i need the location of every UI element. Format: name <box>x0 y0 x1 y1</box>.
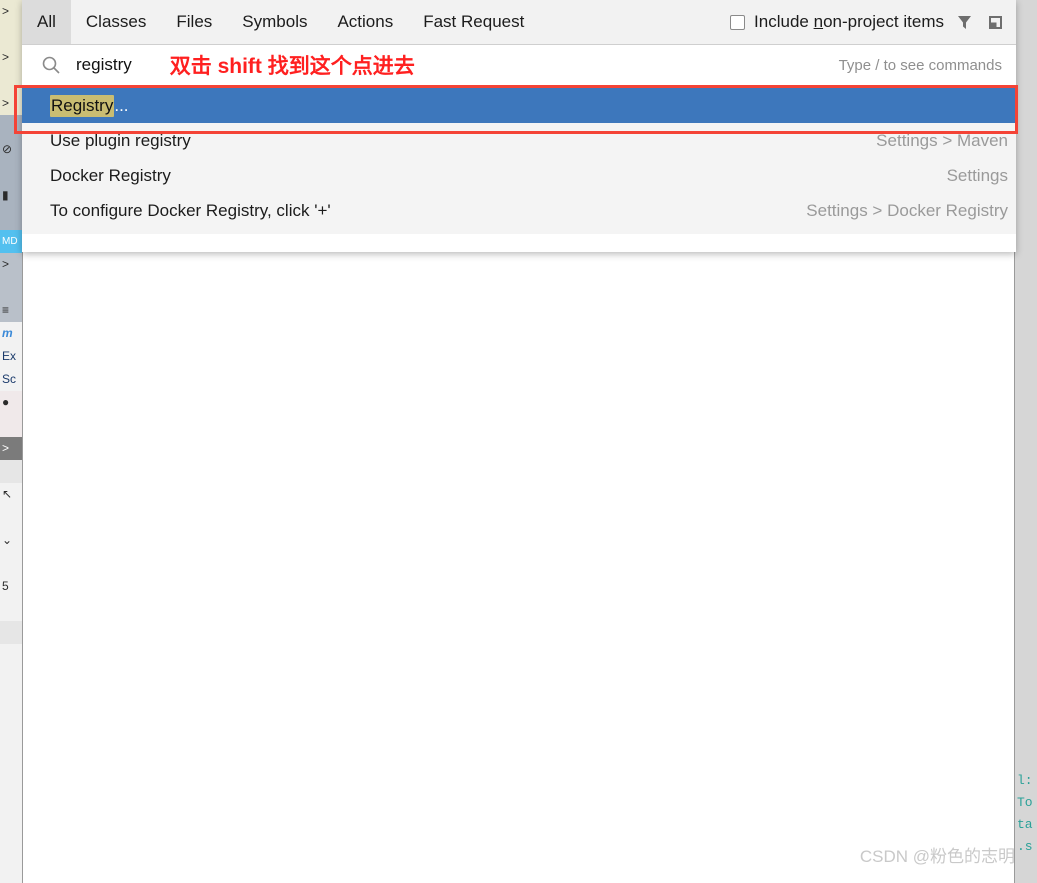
tab-actions-label: Actions <box>337 12 394 31</box>
search-input[interactable]: registry <box>76 55 132 75</box>
commands-hint: Type / to see commands <box>838 56 1002 74</box>
result-location: Settings > Docker Registry <box>806 200 1008 220</box>
result-location: Settings > Maven <box>876 130 1008 150</box>
result-location: Settings <box>946 165 1008 185</box>
project-strip-row[interactable]: m <box>0 322 22 345</box>
search-everywhere-input-row[interactable]: registry 双击 shift 找到这个点进去 Type / to see … <box>22 45 1016 85</box>
project-strip-row[interactable]: ≡ <box>0 299 22 322</box>
project-strip-row[interactable]: ▮ <box>0 184 22 207</box>
tab-bar-spacer <box>539 0 730 44</box>
right-strip-code-row: To <box>1017 795 1033 810</box>
right-strip-filler <box>1015 0 1037 770</box>
tab-files[interactable]: Files <box>161 0 227 44</box>
project-strip-row[interactable] <box>0 506 22 529</box>
search-everywhere-tab-bar[interactable]: All Classes Files Symbols Actions Fast R… <box>22 0 1016 45</box>
result-label: Docker Registry <box>50 165 171 185</box>
project-strip-row[interactable]: > <box>0 0 22 23</box>
open-in-separate-window-icon[interactable] <box>984 11 1006 33</box>
result-row-configure-docker-registry[interactable]: To configure Docker Registry, click '+' … <box>22 193 1016 228</box>
tab-symbols[interactable]: Symbols <box>227 0 322 44</box>
tab-fast-request-label: Fast Request <box>423 12 525 31</box>
tab-symbols-label: Symbols <box>242 12 308 31</box>
project-strip-row[interactable]: 5 <box>0 575 22 598</box>
result-row-use-plugin-registry[interactable]: Use plugin registry Settings > Maven <box>22 123 1016 158</box>
filter-icon[interactable] <box>953 11 975 33</box>
project-strip-row[interactable]: ⌄ <box>0 529 22 552</box>
project-strip-row[interactable]: > <box>0 92 22 115</box>
project-strip-row[interactable]: > <box>0 46 22 69</box>
project-strip-row[interactable] <box>0 414 22 437</box>
tab-files-label: Files <box>176 12 213 31</box>
project-tool-window-strip[interactable]: > > > ⊘ ▮ MD > ≡ m Ex Sc ● > ↖ ⌄ 5 <box>0 0 23 883</box>
right-strip-code-row: .s <box>1017 839 1033 854</box>
result-rest: ... <box>114 95 129 115</box>
include-non-project-items-checkbox[interactable] <box>730 14 746 30</box>
result-match-highlight: Registry <box>50 94 115 117</box>
annotation-note-text: 双击 shift 找到这个点进去 <box>169 55 415 78</box>
result-label: To configure Docker Registry, click '+' <box>50 200 331 220</box>
right-strip-code-row: l: <box>1017 773 1033 788</box>
tab-all[interactable]: All <box>22 0 71 44</box>
project-strip-row[interactable]: MD <box>0 230 22 253</box>
result-row-docker-registry[interactable]: Docker Registry Settings <box>22 158 1016 193</box>
results-bottom-filler <box>22 234 1016 252</box>
project-strip-row[interactable]: > <box>0 437 22 460</box>
project-strip-row[interactable] <box>0 598 22 621</box>
result-label: Registry... <box>50 94 129 117</box>
project-strip-row[interactable] <box>0 161 22 184</box>
project-strip-row[interactable] <box>0 69 22 92</box>
tab-classes-label: Classes <box>85 12 147 31</box>
right-strip-code-row: ta <box>1017 817 1033 832</box>
right-editor-strip[interactable]: l: To ta .s <box>1014 0 1037 883</box>
project-strip-row[interactable] <box>0 621 22 644</box>
project-strip-row[interactable] <box>0 276 22 299</box>
include-non-project-items-control[interactable]: Include non-project items <box>730 0 1016 44</box>
project-strip-row[interactable]: Sc <box>0 368 22 391</box>
project-strip-row[interactable] <box>0 460 22 483</box>
project-strip-row[interactable]: ↖ <box>0 483 22 506</box>
project-strip-row[interactable]: Ex <box>0 345 22 368</box>
project-strip-row[interactable]: ● <box>0 391 22 414</box>
project-strip-row[interactable] <box>0 23 22 46</box>
search-everywhere-popup[interactable]: All Classes Files Symbols Actions Fast R… <box>22 0 1016 252</box>
tab-fast-request[interactable]: Fast Request <box>408 0 539 44</box>
tab-actions[interactable]: Actions <box>322 0 408 44</box>
project-strip-row[interactable] <box>0 207 22 230</box>
result-label: Use plugin registry <box>50 130 191 150</box>
project-strip-row[interactable]: ⊘ <box>0 138 22 161</box>
include-non-project-items-label: Include non-project items <box>754 12 944 31</box>
project-strip-row[interactable]: > <box>0 253 22 276</box>
project-strip-row[interactable] <box>0 115 22 138</box>
tab-all-label: All <box>37 12 56 31</box>
search-icon <box>40 54 62 76</box>
watermark: CSDN @粉色的志明 <box>859 847 1015 866</box>
tab-classes[interactable]: Classes <box>71 0 161 44</box>
search-results-list[interactable]: Registry... Use plugin registry Settings… <box>22 85 1016 234</box>
project-strip-row[interactable] <box>0 552 22 575</box>
result-row-registry[interactable]: Registry... <box>22 88 1016 123</box>
